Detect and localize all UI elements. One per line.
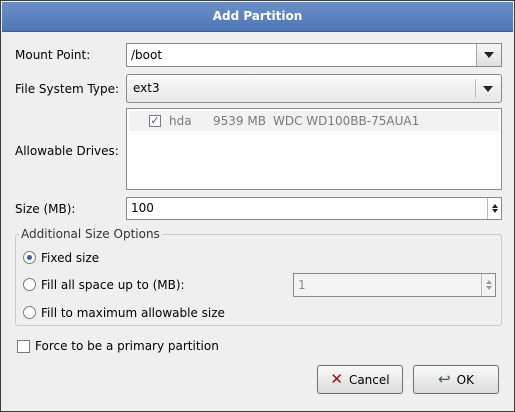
fill-upto-input[interactable]: 1	[298, 274, 306, 296]
drive-checkbox[interactable]: ✓	[149, 115, 161, 127]
fixed-size-radio[interactable]	[23, 251, 36, 264]
size-spin-buttons[interactable]	[487, 198, 501, 219]
drive-size: 9539 MB	[213, 114, 266, 128]
drive-name: hda	[169, 114, 192, 128]
fill-upto-spinbutton[interactable]: 1	[293, 273, 496, 297]
cancel-button[interactable]: ✕ Cancel	[317, 365, 403, 394]
fill-upto-label[interactable]: Fill all space up to (MB):	[41, 278, 185, 292]
x-icon: ✕	[330, 370, 343, 388]
fill-max-radio[interactable]	[23, 306, 36, 319]
select-separator	[475, 79, 476, 98]
size-input[interactable]: 100	[131, 198, 154, 219]
check-arrow-icon: ↩	[438, 370, 451, 388]
mount-point-combo[interactable]: /boot	[126, 43, 502, 67]
mount-point-label: Mount Point:	[15, 48, 91, 62]
force-primary-checkbox[interactable]	[17, 340, 30, 353]
cancel-button-label: Cancel	[348, 372, 390, 387]
allowable-drives-label: Allowable Drives:	[15, 144, 119, 158]
mount-point-dropdown-button[interactable]	[476, 44, 501, 66]
spin-down-icon[interactable]	[482, 285, 495, 296]
file-system-type-value: ext3	[133, 81, 160, 95]
ok-button[interactable]: ↩ OK	[413, 365, 499, 394]
dialog-title: Add Partition	[2, 2, 513, 32]
fixed-size-label[interactable]: Fixed size	[41, 251, 99, 265]
fill-upto-radio[interactable]	[23, 278, 36, 291]
spin-up-icon[interactable]	[482, 274, 495, 285]
drives-list[interactable]: ✓ hda 9539 MB WDC WD100BB-75AUA1	[126, 108, 502, 190]
file-system-type-select[interactable]: ext3	[126, 74, 502, 103]
force-primary-label[interactable]: Force to be a primary partition	[35, 339, 219, 353]
size-label: Size (MB):	[15, 202, 76, 216]
spin-up-icon[interactable]	[488, 198, 501, 209]
additional-size-options-title: Additional Size Options	[19, 227, 162, 241]
drive-model: WDC WD100BB-75AUA1	[273, 114, 420, 128]
chevron-down-icon	[483, 86, 493, 92]
add-partition-dialog: Add Partition Mount Point: /boot File Sy…	[0, 0, 515, 412]
fill-max-label[interactable]: Fill to maximum allowable size	[41, 306, 225, 320]
spin-down-icon[interactable]	[488, 209, 501, 220]
chevron-down-icon	[484, 52, 494, 58]
ok-button-label: OK	[456, 372, 474, 387]
file-system-type-label: File System Type:	[15, 82, 120, 96]
mount-point-input[interactable]: /boot	[131, 44, 162, 66]
fill-upto-spin-buttons[interactable]	[481, 274, 495, 296]
drive-row[interactable]: ✓ hda 9539 MB WDC WD100BB-75AUA1	[129, 111, 499, 131]
size-spinbutton[interactable]: 100	[126, 197, 502, 220]
